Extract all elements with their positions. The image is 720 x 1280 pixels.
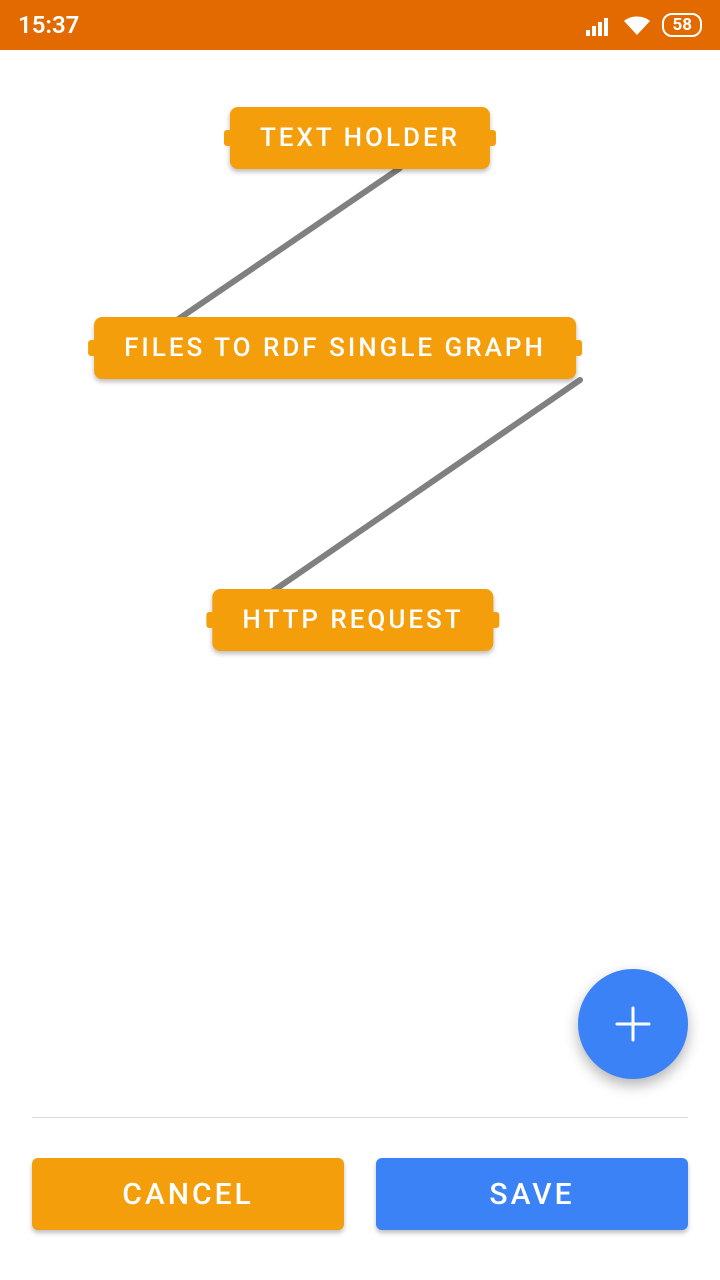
wifi-icon — [622, 14, 652, 36]
edge-files-to-http-request — [260, 380, 580, 600]
save-button-label: SAVE — [489, 1177, 574, 1212]
add-node-fab[interactable] — [578, 969, 688, 1079]
status-time: 15:37 — [18, 11, 79, 39]
status-bar: 15:37 58 — [0, 0, 720, 50]
plus-icon — [611, 1002, 655, 1046]
node-input-port-icon[interactable] — [206, 612, 214, 628]
signal-icon — [586, 14, 612, 36]
node-input-port-icon[interactable] — [224, 130, 232, 146]
edge-text-holder-to-files — [155, 168, 400, 335]
node-text-holder[interactable]: TEXT HOLDER — [230, 107, 490, 169]
graph-canvas[interactable]: TEXT HOLDER FILES TO RDF SINGLE GRAPH HT… — [0, 50, 720, 1115]
node-output-port-icon[interactable] — [488, 130, 496, 146]
status-icons: 58 — [586, 13, 702, 37]
graph-edges — [0, 50, 720, 1115]
save-button[interactable]: SAVE — [376, 1158, 688, 1230]
footer-actions: CANCEL SAVE — [0, 1158, 720, 1230]
cancel-button[interactable]: CANCEL — [32, 1158, 344, 1230]
node-label: TEXT HOLDER — [260, 123, 460, 153]
node-output-port-icon[interactable] — [492, 612, 500, 628]
node-input-port-icon[interactable] — [88, 340, 96, 356]
node-label: FILES TO RDF SINGLE GRAPH — [124, 333, 546, 363]
node-files-to-rdf[interactable]: FILES TO RDF SINGLE GRAPH — [94, 317, 576, 379]
footer-divider — [32, 1117, 688, 1118]
node-label: HTTP REQUEST — [242, 605, 463, 635]
node-http-request[interactable]: HTTP REQUEST — [212, 589, 493, 651]
node-output-port-icon[interactable] — [574, 340, 582, 356]
battery-indicator: 58 — [662, 13, 702, 37]
cancel-button-label: CANCEL — [122, 1177, 254, 1212]
